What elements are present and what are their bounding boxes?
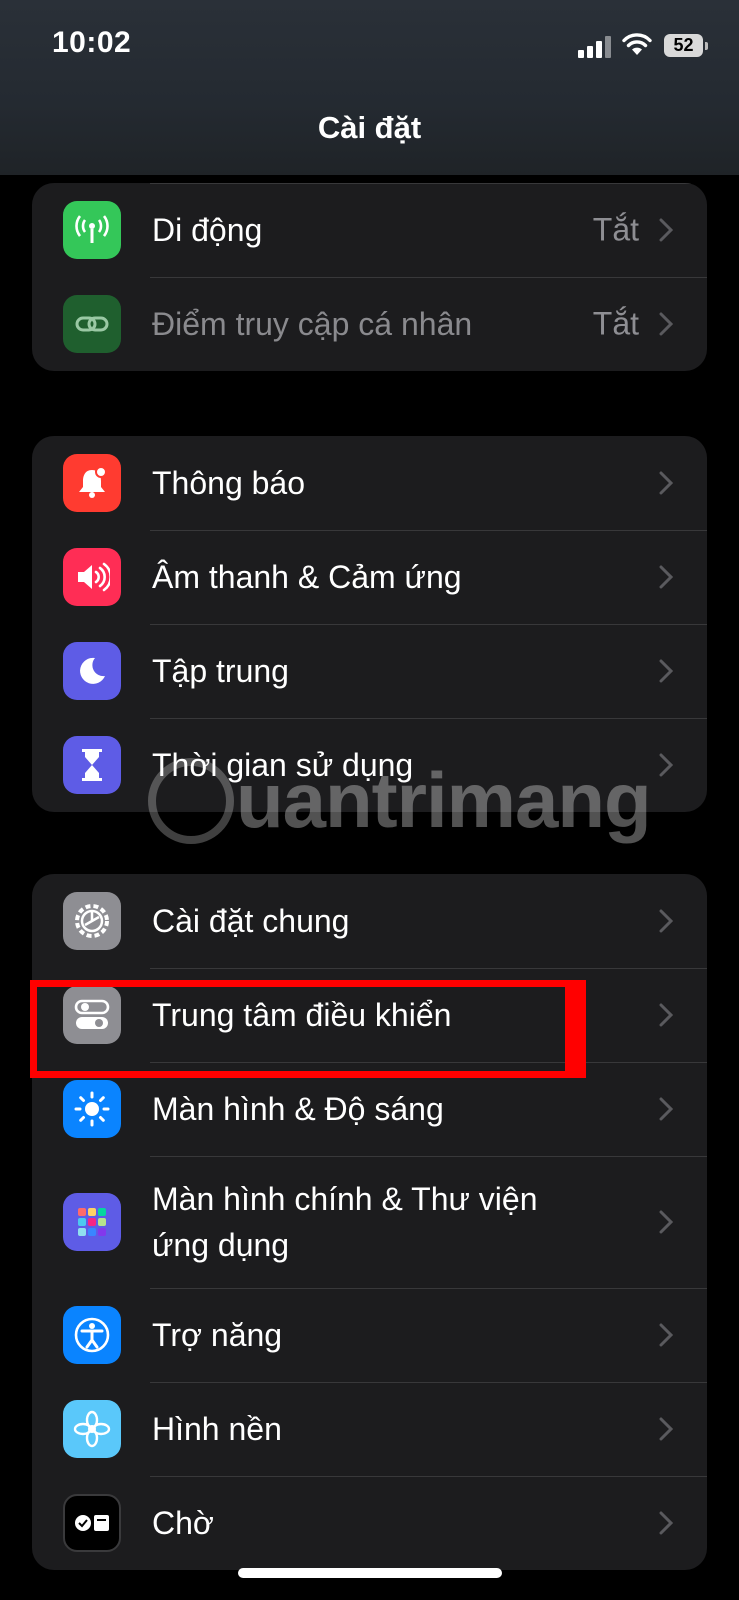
chevron-right-icon	[659, 565, 673, 589]
settings-row-accessibility[interactable]: Trợ năng	[32, 1288, 707, 1382]
group-connectivity: Di động Tắt Điểm truy cập cá nhân Tắt	[32, 183, 707, 371]
watermark-logo-icon	[148, 758, 234, 844]
settings-row-label: Âm thanh & Cảm ứng	[152, 559, 462, 595]
hotspot-icon	[63, 295, 121, 353]
settings-row-value: Tắt	[592, 305, 639, 342]
settings-row-label: Chờ	[152, 1505, 214, 1541]
app-grid-icon	[63, 1193, 121, 1251]
accessibility-icon	[63, 1306, 121, 1364]
settings-row-wallpaper[interactable]: Hình nền	[32, 1382, 707, 1476]
settings-row-label: Di động	[152, 212, 263, 248]
chevron-right-icon	[659, 1097, 673, 1121]
watermark-text: uantrimang	[236, 756, 652, 844]
chevron-right-icon	[659, 218, 673, 242]
chevron-right-icon	[659, 659, 673, 683]
bell-icon	[63, 454, 121, 512]
flower-icon	[63, 1400, 121, 1458]
settings-row-standby[interactable]: Chờ	[32, 1476, 707, 1570]
chevron-right-icon	[659, 312, 673, 336]
moon-icon	[63, 642, 121, 700]
status-bar: 10:02 52 Cài đặt	[0, 0, 739, 175]
settings-row-label: Màn hình chính & Thư viện ứng dụng	[152, 1181, 538, 1263]
settings-row-label: Cài đặt chung	[152, 903, 350, 939]
settings-row-label: Trợ năng	[152, 1317, 283, 1353]
home-indicator[interactable]	[238, 1568, 502, 1578]
settings-row-control-center[interactable]: Trung tâm điều khiển	[32, 968, 707, 1062]
hourglass-icon	[63, 736, 121, 794]
chevron-right-icon	[659, 909, 673, 933]
chevron-right-icon	[659, 753, 673, 777]
settings-row-home-screen[interactable]: Màn hình chính & Thư viện ứng dụng	[32, 1156, 707, 1288]
cellular-icon	[63, 201, 121, 259]
settings-row-label: Màn hình & Độ sáng	[152, 1091, 444, 1127]
chevron-right-icon	[659, 1323, 673, 1347]
gear-icon	[63, 892, 121, 950]
signal-icon	[578, 34, 614, 58]
settings-row-notifications[interactable]: Thông báo	[32, 436, 707, 530]
group-general: Cài đặt chung Trung tâm điều khiển Màn h…	[32, 874, 707, 1570]
settings-row-label: Tập trung	[152, 653, 289, 689]
sun-icon	[63, 1080, 121, 1138]
settings-row-label: Hình nền	[152, 1411, 282, 1447]
speaker-icon	[63, 548, 121, 606]
chevron-right-icon	[659, 1511, 673, 1535]
settings-row-general[interactable]: Cài đặt chung	[32, 874, 707, 968]
settings-row-focus[interactable]: Tập trung	[32, 624, 707, 718]
wifi-icon	[622, 33, 652, 55]
settings-row-label: Thông báo	[152, 465, 306, 501]
chevron-right-icon	[659, 1003, 673, 1027]
battery-indicator: 52	[664, 34, 708, 57]
settings-row-sounds[interactable]: Âm thanh & Cảm ứng	[32, 530, 707, 624]
settings-row-value: Tắt	[592, 211, 639, 248]
settings-row-cellular[interactable]: Di động Tắt	[32, 183, 707, 277]
settings-row-label: Điểm truy cập cá nhân	[152, 306, 473, 342]
chevron-right-icon	[659, 1210, 673, 1234]
status-time: 10:02	[52, 26, 132, 59]
standby-icon	[63, 1494, 121, 1552]
toggles-icon	[63, 986, 121, 1044]
page-title: Cài đặt	[317, 110, 422, 145]
settings-row-label: Trung tâm điều khiển	[152, 997, 452, 1033]
chevron-right-icon	[659, 471, 673, 495]
settings-row-display[interactable]: Màn hình & Độ sáng	[32, 1062, 707, 1156]
settings-row-hotspot[interactable]: Điểm truy cập cá nhân Tắt	[32, 277, 707, 371]
chevron-right-icon	[659, 1417, 673, 1441]
